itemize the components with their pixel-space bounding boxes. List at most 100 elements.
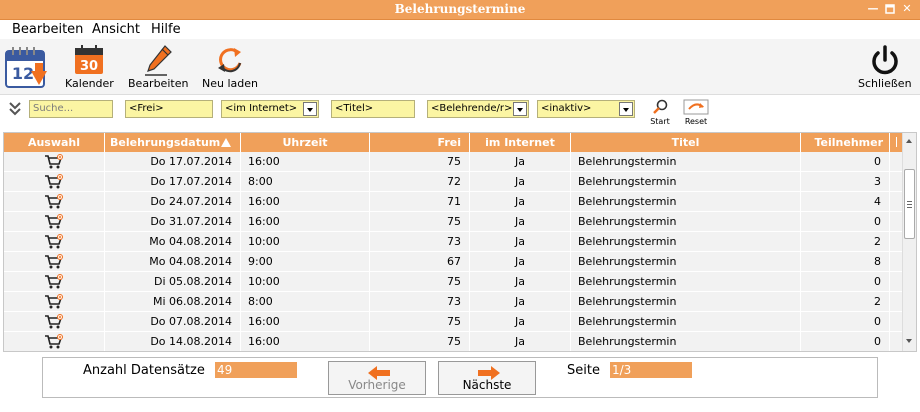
cell-auswahl[interactable] — [4, 212, 105, 231]
table-row[interactable]: Mo 04.08.2014 9:00 67 Ja Belehrungstermin 8 — [4, 252, 903, 272]
schliessen-label: Schließen — [858, 77, 912, 90]
cell-auswahl[interactable] — [4, 152, 105, 171]
belehrende-filter[interactable]: <Belehrende/r> — [427, 100, 529, 118]
grid-header: Auswahl Belehrungsdatum Uhrzeit Frei im … — [4, 133, 903, 152]
cell-teilnehmer: 0 — [801, 272, 890, 291]
table-row[interactable]: Do 31.07.2014 16:00 75 Ja Belehrungstermin 0 — [4, 212, 903, 232]
maximize-icon[interactable] — [884, 3, 896, 15]
table-row[interactable]: Mi 06.08.2014 8:00 73 Ja Belehrungstermin 2 — [4, 292, 903, 312]
vorherige-button[interactable]: Vorherige — [328, 361, 426, 395]
cell-frei: 67 — [370, 252, 470, 271]
cart-add-icon[interactable] — [44, 274, 64, 291]
inaktiv-filter-value: <inaktiv> — [541, 103, 592, 114]
cart-add-icon[interactable] — [44, 214, 64, 231]
table-row[interactable]: Do 17.07.2014 8:00 72 Ja Belehrungstermin 3 — [4, 172, 903, 192]
col-teilnehmer[interactable]: Teilnehmer — [801, 133, 890, 152]
cell-auswahl[interactable] — [4, 232, 105, 251]
app-calendar-icon: 12 — [3, 43, 51, 91]
table-row[interactable]: Do 14.08.2014 16:00 75 Ja Belehrungstermin 0 — [4, 332, 903, 351]
cell-auswahl[interactable] — [4, 332, 105, 351]
menu-hilfe[interactable]: Hilfe — [151, 22, 181, 37]
inaktiv-filter[interactable]: <inaktiv> — [537, 100, 635, 118]
reset-label: Reset — [684, 117, 708, 126]
cell-internet: Ja — [470, 232, 571, 251]
cart-add-icon[interactable] — [44, 254, 64, 271]
cart-add-icon[interactable] — [44, 234, 64, 251]
table-row[interactable]: Do 07.08.2014 16:00 75 Ja Belehrungstermin 0 — [4, 312, 903, 332]
double-chevron-down-icon[interactable] — [8, 101, 22, 120]
power-icon — [872, 45, 898, 75]
col-belehrungsdatum[interactable]: Belehrungsdatum — [105, 133, 241, 152]
cell-uhrzeit: 16:00 — [241, 332, 370, 351]
neu-laden-button[interactable]: Neu laden — [202, 43, 258, 90]
cell-datum: Do 24.07.2014 — [105, 192, 241, 211]
table-row[interactable]: Di 05.08.2014 10:00 75 Ja Belehrungstermin 0 — [4, 272, 903, 292]
vertical-scrollbar[interactable] — [902, 133, 916, 351]
table-row[interactable]: Do 24.07.2014 16:00 71 Ja Belehrungstermin 4 — [4, 192, 903, 212]
cell-frei: 75 — [370, 152, 470, 171]
menu-ansicht[interactable]: Ansicht — [92, 22, 140, 37]
kalender-button[interactable]: 30 Kalender — [65, 43, 114, 90]
scroll-thumb[interactable] — [904, 169, 915, 239]
cell-titel: Belehrungstermin — [571, 252, 801, 271]
cart-add-icon[interactable] — [44, 174, 64, 191]
scroll-down-icon[interactable] — [905, 337, 914, 346]
frei-filter[interactable]: <Frei> — [125, 100, 213, 118]
bearbeiten-button[interactable]: Bearbeiten — [128, 43, 188, 90]
minimize-icon[interactable]: — — [867, 3, 879, 15]
col-titel[interactable]: Titel — [571, 133, 801, 152]
menu-bearbeiten[interactable]: Bearbeiten — [12, 22, 83, 37]
cell-uhrzeit: 8:00 — [241, 292, 370, 311]
titel-filter[interactable]: <Titel> — [331, 100, 415, 118]
cell-datum: Di 05.08.2014 — [105, 272, 241, 291]
cell-auswahl[interactable] — [4, 192, 105, 211]
cell-teilnehmer: 0 — [801, 212, 890, 231]
pencil-icon — [145, 45, 173, 76]
cell-uhrzeit: 16:00 — [241, 192, 370, 211]
cell-auswahl[interactable] — [4, 252, 105, 271]
col-frei[interactable]: Frei — [370, 133, 470, 152]
toolbar: 12 30 Kalender Bearbeiten Neu laden Schl… — [0, 39, 920, 95]
chevron-down-icon[interactable] — [619, 102, 633, 116]
cell-titel: Belehrungstermin — [571, 212, 801, 231]
cell-uhrzeit: 16:00 — [241, 152, 370, 171]
sort-asc-icon — [221, 138, 232, 147]
cell-datum: Do 31.07.2014 — [105, 212, 241, 231]
cell-auswahl[interactable] — [4, 172, 105, 191]
chevron-down-icon[interactable] — [303, 102, 317, 116]
cell-datum: Mo 04.08.2014 — [105, 252, 241, 271]
table-row[interactable]: Do 17.07.2014 16:00 75 Ja Belehrungstermin 0 — [4, 152, 903, 172]
cell-auswahl[interactable] — [4, 312, 105, 331]
col-uhrzeit[interactable]: Uhrzeit — [241, 133, 370, 152]
kalender-label: Kalender — [65, 77, 114, 90]
filter-bar: Suche... <Frei> <im Internet> <Titel> <B… — [0, 96, 920, 126]
start-button[interactable]: Start — [650, 99, 670, 126]
cart-add-icon[interactable] — [44, 294, 64, 311]
reset-button[interactable]: Reset — [683, 99, 709, 126]
cell-auswahl[interactable] — [4, 292, 105, 311]
cart-add-icon[interactable] — [44, 334, 64, 351]
schliessen-button[interactable]: Schließen — [858, 43, 912, 90]
cell-teilnehmer: 0 — [801, 152, 890, 171]
close-icon[interactable]: ✕ — [901, 3, 913, 15]
scroll-up-icon[interactable] — [905, 137, 914, 146]
cell-uhrzeit: 9:00 — [241, 252, 370, 271]
cell-auswahl[interactable] — [4, 272, 105, 291]
internet-filter[interactable]: <im Internet> — [221, 100, 319, 118]
col-auswahl[interactable]: Auswahl — [4, 133, 105, 152]
seite-label: Seite — [567, 363, 600, 378]
cart-add-icon[interactable] — [44, 314, 64, 331]
start-label: Start — [650, 117, 670, 126]
cart-add-icon[interactable] — [44, 194, 64, 211]
pagination-footer: Anzahl Datensätze 49 Vorherige Nächste S… — [42, 357, 878, 398]
col-im-internet[interactable]: im Internet — [470, 133, 571, 152]
menu-bar: Bearbeiten Ansicht Hilfe — [0, 21, 920, 39]
cell-titel: Belehrungstermin — [571, 152, 801, 171]
naechste-button[interactable]: Nächste — [438, 361, 536, 395]
cell-internet: Ja — [470, 172, 571, 191]
cart-add-icon[interactable] — [44, 154, 64, 171]
chevron-down-icon[interactable] — [513, 102, 527, 116]
cell-titel: Belehrungstermin — [571, 172, 801, 191]
table-row[interactable]: Mo 04.08.2014 10:00 73 Ja Belehrungstermin 2 — [4, 232, 903, 252]
search-input[interactable]: Suche... — [29, 100, 113, 118]
